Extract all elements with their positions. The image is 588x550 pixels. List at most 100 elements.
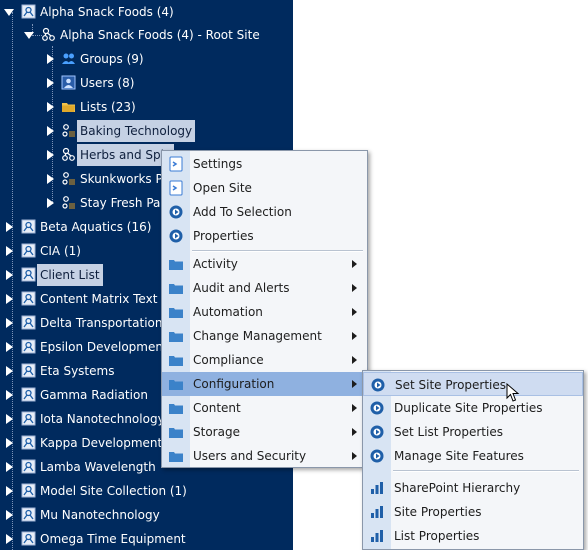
site-collection-icon [21, 339, 36, 354]
folder-icon [169, 356, 183, 366]
tree-item-label: Epsilon Development [40, 340, 168, 354]
menu-separator [393, 470, 579, 472]
menu-item-compliance[interactable]: Compliance [162, 348, 367, 372]
expand-arrow-icon[interactable] [6, 534, 13, 544]
tree-item-delta-transportation[interactable]: Delta Transportation [0, 312, 165, 334]
locked-site-icon [62, 172, 75, 185]
tree-item-model-site-collection[interactable]: Model Site Collection (1) [0, 480, 190, 502]
expand-arrow-icon[interactable] [47, 126, 54, 136]
expand-arrow-icon[interactable] [47, 198, 54, 208]
menu-item-set-site-properties[interactable]: Set Site Properties [363, 372, 583, 396]
expand-arrow-icon[interactable] [6, 510, 13, 520]
tree-item-iota-nanotechnology[interactable]: Iota Nanotechnology [0, 408, 168, 430]
tree-item-root-site[interactable]: Alpha Snack Foods (4) - Root Site [0, 24, 263, 46]
tree-item-content-matrix-text[interactable]: Content Matrix Text [0, 288, 160, 310]
tree-item-skunkworks[interactable]: Skunkworks Pro [0, 168, 178, 190]
tree-item-stay-fresh[interactable]: Stay Fresh Pacl [0, 192, 173, 214]
menu-item-open-site[interactable]: Open Site [162, 176, 367, 200]
site-collection-icon [21, 411, 36, 426]
expand-arrow-icon[interactable] [47, 150, 54, 160]
tree-item-label: Lamba Wavelength [40, 460, 156, 474]
tree-item-gamma-radiation[interactable]: Gamma Radiation [0, 384, 151, 406]
expand-arrow-icon[interactable] [47, 78, 54, 88]
locked-site-icon [62, 196, 75, 209]
submenu-arrow-icon [352, 356, 357, 364]
menu-item-activity[interactable]: Activity [162, 252, 367, 276]
tree-item-lists[interactable]: Lists (23) [0, 96, 139, 118]
open-site-icon [169, 180, 183, 196]
menu-item-duplicate-site-properties[interactable]: Duplicate Site Properties [363, 396, 583, 420]
menu-item-automation[interactable]: Automation [162, 300, 367, 324]
tree-item-label: Alpha Snack Foods (4) - Root Site [60, 28, 260, 42]
menu-item-audit-and-alerts[interactable]: Audit and Alerts [162, 276, 367, 300]
tree-item-cia[interactable]: CIA (1) [0, 240, 84, 262]
expand-arrow-icon[interactable] [6, 246, 13, 256]
menu-item-label: SharePoint Hierarchy [394, 481, 521, 495]
menu-item-label: Change Management [193, 329, 322, 343]
menu-item-configuration[interactable]: Configuration [162, 372, 367, 396]
expand-arrow-icon[interactable] [6, 414, 13, 424]
menu-item-content[interactable]: Content [162, 396, 367, 420]
menu-item-label: Activity [193, 257, 238, 271]
tree-item-label: Omega Time Equipment [40, 532, 186, 546]
tree-item-epsilon-development[interactable]: Epsilon Development [0, 336, 171, 358]
menu-item-site-properties[interactable]: Site Properties [363, 500, 583, 524]
tree-item-kappa-development[interactable]: Kappa Development [0, 432, 165, 454]
expand-arrow-icon[interactable] [47, 102, 54, 112]
menu-item-properties[interactable]: Properties [162, 224, 367, 248]
expand-arrow-icon[interactable] [6, 366, 13, 376]
tree-item-eta-systems[interactable]: Eta Systems [0, 360, 117, 382]
collapse-arrow-icon[interactable] [24, 32, 34, 39]
menu-item-list-properties[interactable]: List Properties [363, 524, 583, 548]
tree-item-herbs-and-spices[interactable]: Herbs and Spic [0, 144, 174, 166]
tree-item-label: Users (8) [80, 76, 135, 90]
expand-arrow-icon[interactable] [6, 438, 13, 448]
gear-icon [370, 425, 384, 439]
expand-arrow-icon[interactable] [6, 342, 13, 352]
tree-item-beta-aquatics[interactable]: Beta Aquatics (16) [0, 216, 154, 238]
site-collection-icon [21, 507, 36, 522]
expand-arrow-icon[interactable] [6, 222, 13, 232]
tree-item-lamba-wavelength[interactable]: Lamba Wavelength [0, 456, 159, 478]
menu-item-set-list-properties[interactable]: Set List Properties [363, 420, 583, 444]
expand-arrow-icon[interactable] [6, 318, 13, 328]
submenu-arrow-icon [352, 404, 357, 412]
tree-item-label: Kappa Development [40, 436, 163, 450]
menu-item-label: Set Site Properties [395, 378, 507, 392]
tree-item-label: Herbs and Spic [77, 144, 174, 166]
collapse-arrow-icon[interactable] [4, 9, 14, 16]
menu-item-label: Audit and Alerts [193, 281, 290, 295]
menu-item-sharepoint-hierarchy[interactable]: SharePoint Hierarchy [363, 476, 583, 500]
menu-item-users-and-security[interactable]: Users and Security [162, 444, 367, 468]
tree-item-label: Model Site Collection (1) [40, 484, 187, 498]
menu-item-storage[interactable]: Storage [162, 420, 367, 444]
gear-icon [169, 229, 183, 243]
tree-item-users[interactable]: Users (8) [0, 72, 137, 94]
tree-item-omega-time-equipment[interactable]: Omega Time Equipment [0, 528, 189, 550]
submenu-arrow-icon [352, 380, 357, 388]
menu-item-add-to-selection[interactable]: Add To Selection [162, 200, 367, 224]
tree-item-baking-technology[interactable]: Baking Technology [0, 120, 196, 142]
expand-arrow-icon[interactable] [6, 390, 13, 400]
expand-arrow-icon[interactable] [47, 174, 54, 184]
menu-item-label: Content [193, 401, 241, 415]
tree-item-client-list[interactable]: Client List [0, 264, 103, 286]
folder-icon [169, 380, 183, 390]
tree-item-alpha-snack-foods[interactable]: Alpha Snack Foods (4) [0, 1, 177, 23]
menu-item-label: Compliance [193, 353, 264, 367]
tree-item-mu-nanotechnology[interactable]: Mu Nanotechnology [0, 504, 163, 526]
tree-item-label: CIA (1) [40, 244, 81, 258]
tree-item-label: Gamma Radiation [40, 388, 148, 402]
menu-item-manage-site-features[interactable]: Manage Site Features [363, 444, 583, 468]
tree-item-groups[interactable]: Groups (9) [0, 48, 147, 70]
folder-icon [169, 284, 183, 294]
site-collection-icon [21, 243, 36, 258]
menu-item-change-management[interactable]: Change Management [162, 324, 367, 348]
expand-arrow-icon[interactable] [6, 294, 13, 304]
settings-page-icon [169, 156, 183, 172]
expand-arrow-icon[interactable] [6, 270, 13, 280]
menu-item-settings[interactable]: Settings [162, 152, 367, 176]
expand-arrow-icon[interactable] [6, 486, 13, 496]
expand-arrow-icon[interactable] [47, 54, 54, 64]
expand-arrow-icon[interactable] [6, 462, 13, 472]
